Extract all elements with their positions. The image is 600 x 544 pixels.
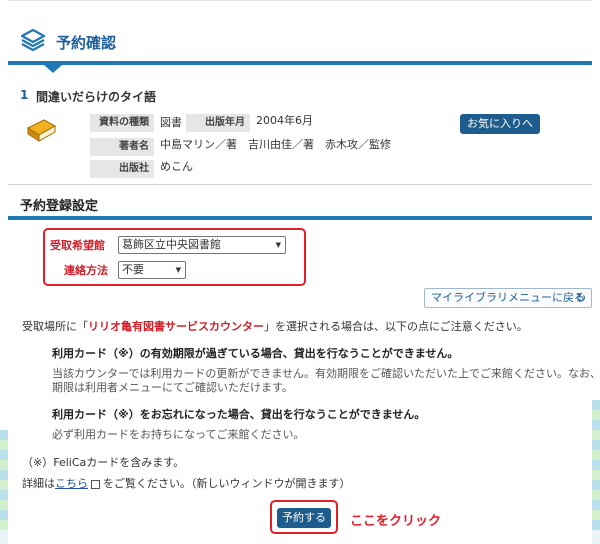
page-title: 予約確認	[56, 34, 117, 52]
contact-label: 連絡方法	[64, 264, 108, 277]
section-divider	[8, 216, 592, 220]
author-value: 中島マリン／著 吉川由佳／著 赤木攻／監修	[160, 138, 391, 151]
click-here-annotation: ここをクリック	[350, 514, 442, 529]
header-divider	[8, 61, 592, 65]
pickup-label: 受取希望館	[50, 239, 105, 252]
counter-name: リリオ亀有図書サービスカウンター	[88, 320, 264, 333]
book-title: 間違いだらけのタイ語	[36, 90, 157, 104]
dropdown-arrow-icon: ▼	[175, 266, 181, 274]
background-decoration-right	[592, 400, 600, 544]
pickup-select[interactable]: 葛飾区立中央図書館 ▼	[118, 236, 286, 254]
contact-select[interactable]: 不要 ▼	[118, 261, 186, 279]
book-icon	[26, 119, 57, 142]
publisher-value: めこん	[160, 160, 193, 173]
author-label: 著者名	[90, 138, 154, 156]
pickup-select-value: 葛飾区立中央図書館	[122, 238, 221, 251]
publisher-label: 出版社	[90, 160, 154, 178]
add-favorite-button[interactable]: お気に入りへ	[460, 114, 540, 134]
notice-item1-title: 利用カード（※）の有効期限が過ぎている場合、貸出を行なうことができません。	[52, 347, 459, 360]
dropdown-arrow-icon: ▼	[275, 241, 281, 249]
mylibrary-menu-button[interactable]: マイライブラリメニューに戻る ↻	[424, 288, 592, 308]
year-value: 2004年6月	[256, 114, 313, 127]
reservation-confirm-page: 予約確認 1 間違いだらけのタイ語 資料の種類 図書 出版年月 2004年6月 …	[8, 0, 600, 544]
notice-item1-body: 期限は利用者メニューにてご確認いただけます。	[52, 381, 293, 394]
year-label: 出版年月	[186, 114, 250, 132]
type-label: 資料の種類	[90, 114, 154, 132]
notice-item2-title: 利用カード（※）をお忘れになった場合、貸出を行なうことができません。	[52, 408, 426, 421]
mylibrary-menu-label: マイライブラリメニューに戻る	[431, 291, 585, 304]
notice-item2-body: 必ず利用カードをお持ちになってご来館ください。	[52, 428, 305, 441]
header-notch	[44, 65, 62, 73]
detail-link[interactable]: こちら	[55, 477, 88, 490]
notice-detail: 詳細はこちら をご覧ください。（新しいウィンドウが開きます）	[22, 477, 351, 490]
divider	[8, 184, 592, 185]
section-title: 予約登録設定	[20, 199, 99, 214]
notice-intro: 受取場所に「リリオ亀有図書サービスカウンター」を選択される場合は、以下の点にご注…	[22, 320, 528, 333]
layers-icon	[20, 28, 46, 52]
contact-select-value: 不要	[122, 263, 144, 276]
refresh-icon: ↻	[575, 291, 586, 305]
page-header: 予約確認	[8, 0, 592, 73]
notice-footnote: （※）FeliCaカードを含みます。	[22, 456, 185, 469]
external-window-icon	[91, 479, 100, 489]
book-number: 1	[20, 88, 29, 102]
type-value: 図書	[160, 116, 182, 129]
reserve-button[interactable]: 予約する	[277, 508, 331, 528]
